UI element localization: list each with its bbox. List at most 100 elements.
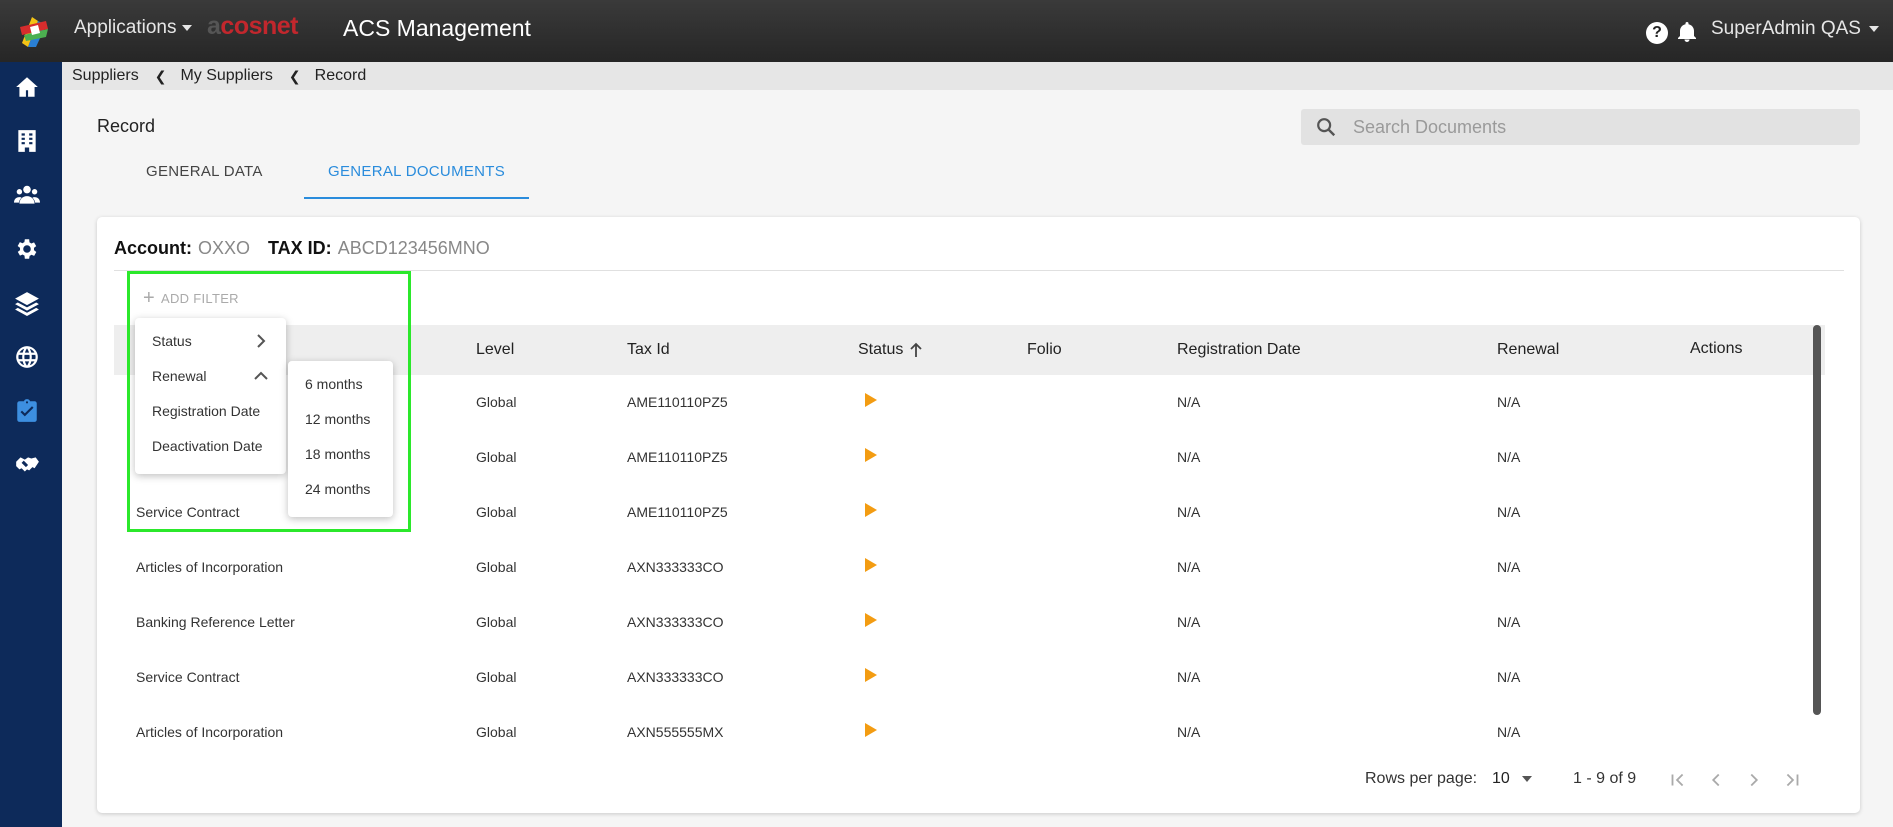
caret-down-icon <box>1521 776 1532 782</box>
gear-icon[interactable] <box>12 234 42 264</box>
table-row[interactable]: Banking Reference Letter Global AXN333333C… <box>114 595 1825 650</box>
search-input[interactable] <box>1353 116 1833 138</box>
cell-renewal: N/A <box>1497 669 1521 685</box>
user-label: SuperAdmin QAS <box>1711 18 1861 39</box>
cell-registration-date: N/A <box>1177 449 1201 465</box>
account-value: OXXO <box>198 238 251 258</box>
rows-per-page-value: 10 <box>1492 770 1510 787</box>
layers-icon[interactable] <box>12 288 42 318</box>
status-play-icon <box>865 393 877 407</box>
caret-down-icon <box>1868 26 1879 32</box>
applications-menu[interactable]: Applications <box>74 17 193 39</box>
next-page-icon[interactable] <box>1743 769 1767 791</box>
taxid-value: ABCD123456MNO <box>337 238 490 258</box>
status-play-icon <box>865 558 877 572</box>
cell-document-name: Service Contract <box>136 669 240 685</box>
cell-tax-id: AXN333333CO <box>627 614 724 630</box>
search-icon <box>1317 118 1336 137</box>
top-bar: Applications acosnet ACS Management ? Su… <box>0 0 1893 62</box>
clipboard-check-icon[interactable] <box>12 396 42 426</box>
cell-registration-date: N/A <box>1177 559 1201 575</box>
sidebar <box>0 62 62 827</box>
last-page-icon[interactable] <box>1781 769 1805 791</box>
bell-icon[interactable] <box>1675 20 1699 44</box>
users-icon[interactable] <box>12 180 42 210</box>
cell-renewal: N/A <box>1497 394 1521 410</box>
account-info: Account: OXXO TAX ID: ABCD123456MNO <box>114 238 502 259</box>
cell-renewal: N/A <box>1497 724 1521 740</box>
column-header-status[interactable]: Status <box>858 341 923 359</box>
cell-document-name: Articles of Incorporation <box>136 724 284 740</box>
column-header-status-label: Status <box>858 341 904 358</box>
handshake-icon[interactable] <box>12 450 42 480</box>
cell-tax-id: AME110110PZ5 <box>627 504 728 520</box>
tab-general-documents[interactable]: GENERAL DOCUMENTS <box>304 150 530 199</box>
first-page-icon[interactable] <box>1667 769 1691 791</box>
app-title: ACS Management <box>343 15 531 41</box>
user-menu[interactable]: SuperAdmin QAS <box>1711 18 1879 40</box>
cell-registration-date: N/A <box>1177 504 1201 520</box>
column-header-level[interactable]: Level <box>476 341 514 359</box>
tabs: GENERAL DATA GENERAL DOCUMENTS <box>122 150 530 200</box>
scrollbar[interactable] <box>1813 325 1821 715</box>
previous-page-icon[interactable] <box>1705 769 1729 791</box>
cell-level: Global <box>476 724 517 740</box>
cell-level: Global <box>476 559 517 575</box>
app-logo[interactable] <box>16 13 52 49</box>
cell-tax-id: AXN333333CO <box>627 669 724 685</box>
status-play-icon <box>865 723 877 737</box>
cell-level: Global <box>476 669 517 685</box>
cell-tax-id: AME110110PZ5 <box>627 394 728 410</box>
caret-down-icon <box>182 25 193 31</box>
cell-level: Global <box>476 504 517 520</box>
chevron-left-icon: ❮ <box>288 67 301 84</box>
chevron-left-icon: ❮ <box>154 67 167 84</box>
cell-tax-id: AME110110PZ5 <box>627 449 728 465</box>
arrow-up-icon <box>910 342 922 357</box>
applications-label: Applications <box>74 17 177 38</box>
page-title: Record <box>97 116 156 136</box>
globe-icon[interactable] <box>12 342 42 372</box>
column-header-registration-date[interactable]: Registration Date <box>1177 341 1301 359</box>
tab-general-data[interactable]: GENERAL DATA <box>122 150 304 199</box>
pagination-range: 1 - 9 of 9 <box>1573 770 1637 787</box>
table-row[interactable]: Articles of Incorporation Global AXN333333… <box>114 540 1825 595</box>
breadcrumb-record: Record <box>314 67 367 84</box>
help-icon[interactable]: ? <box>1646 22 1668 44</box>
cell-renewal: N/A <box>1497 559 1521 575</box>
column-header-renewal[interactable]: Renewal <box>1497 341 1559 359</box>
brand-logo: acosnet <box>207 12 299 40</box>
table-row[interactable]: Service Contract Global AXN333333CO N/A N/A <box>114 650 1825 705</box>
column-header-folio[interactable]: Folio <box>1027 341 1062 359</box>
rows-per-page-select[interactable]: 10 <box>1492 770 1532 788</box>
status-play-icon <box>865 613 877 627</box>
cell-document-name: Articles of Incorporation <box>136 559 284 575</box>
taxid-label: TAX ID: <box>268 238 332 258</box>
cell-renewal: N/A <box>1497 449 1521 465</box>
cell-tax-id: AXN555555MX <box>627 724 724 740</box>
cell-registration-date: N/A <box>1177 614 1201 630</box>
cell-registration-date: N/A <box>1177 394 1201 410</box>
cell-registration-date: N/A <box>1177 669 1201 685</box>
breadcrumb: Suppliers ❮ My Suppliers ❮ Record <box>62 62 1893 90</box>
breadcrumb-suppliers[interactable]: Suppliers <box>72 67 139 85</box>
column-header-tax-id[interactable]: Tax Id <box>627 341 670 359</box>
cell-level: Global <box>476 394 517 410</box>
search-box <box>1301 109 1860 145</box>
status-play-icon <box>865 668 877 682</box>
account-label: Account: <box>114 238 192 258</box>
cell-document-name: Banking Reference Letter <box>136 614 295 630</box>
cell-level: Global <box>476 614 517 630</box>
home-icon[interactable] <box>12 72 42 102</box>
building-icon[interactable] <box>12 126 42 156</box>
highlight-box <box>127 271 411 532</box>
cell-registration-date: N/A <box>1177 724 1201 740</box>
rows-per-page-label: Rows per page: <box>1365 770 1478 787</box>
column-header-actions: Actions <box>1690 340 1743 357</box>
breadcrumb-my-suppliers[interactable]: My Suppliers <box>180 67 272 85</box>
status-play-icon <box>865 503 877 517</box>
cell-level: Global <box>476 449 517 465</box>
cell-tax-id: AXN333333CO <box>627 559 724 575</box>
cell-renewal: N/A <box>1497 614 1521 630</box>
table-row[interactable]: Articles of Incorporation Global AXN555555… <box>114 705 1825 760</box>
